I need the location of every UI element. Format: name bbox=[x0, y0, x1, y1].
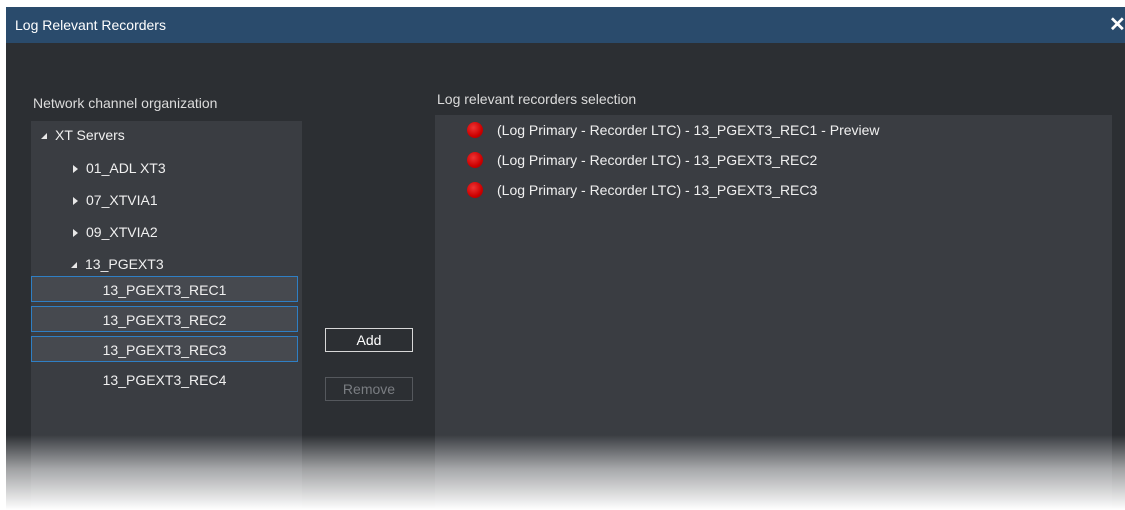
remove-button[interactable]: Remove bbox=[325, 377, 413, 401]
selection-item-label: (Log Primary - Recorder LTC) - 13_PGEXT3… bbox=[497, 122, 880, 138]
tree-node-label: 01_ADL XT3 bbox=[86, 160, 166, 176]
tree-node-recorder[interactable]: 13_PGEXT3_REC4 bbox=[31, 366, 298, 392]
recorders-selection-list: (Log Primary - Recorder LTC) - 13_PGEXT3… bbox=[435, 115, 1112, 510]
collapsed-arrow-icon[interactable] bbox=[73, 229, 78, 238]
tree-node-server[interactable]: 13_PGEXT3 bbox=[71, 254, 164, 274]
close-icon[interactable]: ✕ bbox=[1109, 15, 1125, 35]
network-channel-tree: XT Servers 01_ADL XT3 07_XTVIA1 09_XTVIA… bbox=[31, 121, 302, 510]
tree-node-recorder[interactable]: 13_PGEXT3_REC2 bbox=[31, 306, 298, 332]
tree-node-server[interactable]: 07_XTVIA1 bbox=[71, 190, 158, 210]
selection-list-item[interactable]: (Log Primary - Recorder LTC) - 13_PGEXT3… bbox=[467, 119, 880, 141]
tree-node-recorder[interactable]: 13_PGEXT3_REC3 bbox=[31, 336, 298, 362]
tree-node-label: 13_PGEXT3 bbox=[85, 256, 164, 272]
tree-node-server[interactable]: 01_ADL XT3 bbox=[71, 158, 166, 178]
expanded-arrow-icon[interactable] bbox=[71, 262, 77, 269]
selection-item-label: (Log Primary - Recorder LTC) - 13_PGEXT3… bbox=[497, 182, 818, 198]
dialog-title: Log Relevant Recorders bbox=[15, 17, 166, 33]
log-relevant-recorders-dialog: Log Relevant Recorders ✕ Network channel… bbox=[6, 7, 1125, 510]
recorders-selection-label: Log relevant recorders selection bbox=[437, 91, 637, 107]
collapsed-arrow-icon[interactable] bbox=[73, 165, 78, 174]
status-dot-icon bbox=[467, 151, 483, 168]
expanded-arrow-icon[interactable] bbox=[41, 133, 47, 140]
add-button[interactable]: Add bbox=[325, 328, 413, 352]
status-dot-icon bbox=[467, 121, 483, 138]
selection-item-label: (Log Primary - Recorder LTC) - 13_PGEXT3… bbox=[497, 152, 818, 168]
tree-node-label: 07_XTVIA1 bbox=[86, 192, 158, 208]
status-dot-icon bbox=[467, 181, 483, 198]
tree-node-server[interactable]: 09_XTVIA2 bbox=[71, 222, 158, 242]
tree-node-label: XT Servers bbox=[55, 127, 125, 143]
tree-node-label: 09_XTVIA2 bbox=[86, 224, 158, 240]
network-channel-label: Network channel organization bbox=[33, 95, 218, 111]
tree-node-xt-servers[interactable]: XT Servers bbox=[41, 125, 125, 145]
tree-node-recorder[interactable]: 13_PGEXT3_REC1 bbox=[31, 276, 298, 302]
collapsed-arrow-icon[interactable] bbox=[73, 197, 78, 206]
selection-list-item[interactable]: (Log Primary - Recorder LTC) - 13_PGEXT3… bbox=[467, 179, 817, 201]
title-bar[interactable]: Log Relevant Recorders ✕ bbox=[6, 7, 1125, 43]
selection-list-item[interactable]: (Log Primary - Recorder LTC) - 13_PGEXT3… bbox=[467, 149, 817, 171]
